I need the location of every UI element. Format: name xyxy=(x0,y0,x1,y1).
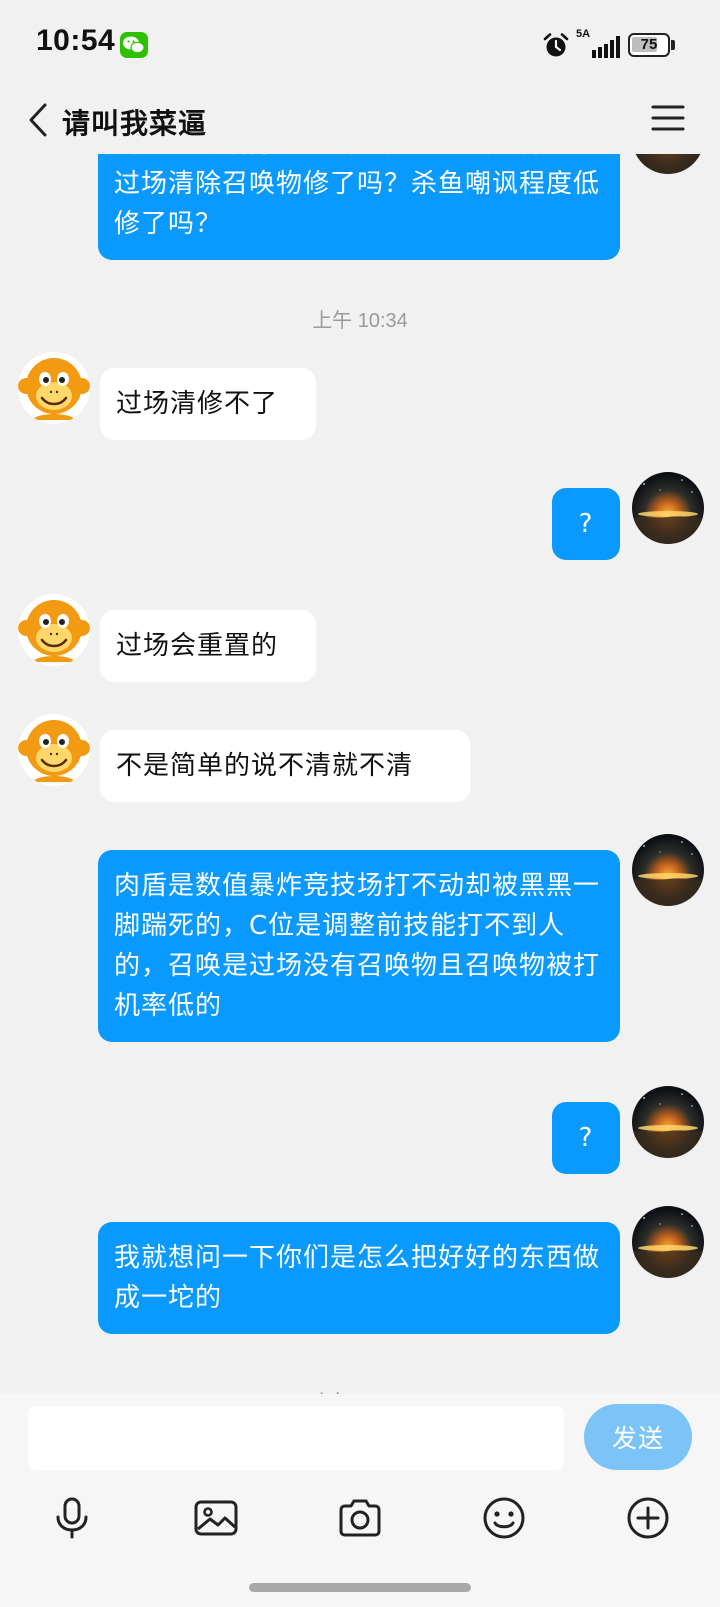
message-bubble-outgoing[interactable]: ? xyxy=(552,488,620,560)
image-icon[interactable] xyxy=(192,1494,240,1542)
message-text: 肉盾是数值暴炸竞技场打不动却被黑黑一脚踹死的，C位是调整前技能打不到人的，召唤是… xyxy=(114,871,601,1021)
alarm-icon xyxy=(542,32,570,60)
message-text: ? xyxy=(578,509,594,539)
signal-icon xyxy=(592,36,622,58)
status-time: 10:54 xyxy=(36,24,116,57)
message-bubble-incoming[interactable]: 过场清修不了 xyxy=(100,368,316,440)
contact-avatar[interactable] xyxy=(18,594,90,666)
my-avatar[interactable] xyxy=(632,1206,704,1278)
emoji-icon[interactable] xyxy=(480,1494,528,1542)
message-text: 过场清修不了 xyxy=(116,389,279,419)
camera-icon[interactable] xyxy=(336,1494,384,1542)
message-text: 过场会重置的 xyxy=(116,631,279,661)
wechat-icon xyxy=(120,32,148,58)
message-bubble-outgoing[interactable]: ? xyxy=(552,1102,620,1174)
message-bubble-incoming[interactable]: 不是简单的说不清就不清 xyxy=(100,730,470,802)
status-bar: 10:54 5A 75 xyxy=(0,0,720,92)
battery-icon: 75 xyxy=(628,33,670,57)
back-button[interactable] xyxy=(18,96,58,144)
timestamp: 上午 10:38 xyxy=(0,1386,720,1394)
message-input[interactable] xyxy=(28,1406,564,1470)
message-list[interactable]: 所以说泽塔除了攻击距离还加强了什么？过场清除召唤物修了吗？杀鱼嘲讽程度低修了吗？… xyxy=(0,154,720,1394)
timestamp: 上午 10:34 xyxy=(312,310,408,332)
my-avatar[interactable] xyxy=(632,154,704,174)
home-indicator[interactable] xyxy=(249,1583,471,1592)
my-avatar[interactable] xyxy=(632,1086,704,1158)
my-avatar[interactable] xyxy=(632,472,704,544)
message-text: 所以说泽塔除了攻击距离还加强了什么？过场清除召唤物修了吗？杀鱼嘲讽程度低修了吗？ xyxy=(114,154,601,239)
chat-header: 请叫我菜逼 xyxy=(0,92,720,154)
message-bubble-outgoing[interactable]: 所以说泽塔除了攻击距离还加强了什么？过场清除召唤物修了吗？杀鱼嘲讽程度低修了吗？ xyxy=(98,154,620,260)
input-bar: 发送 xyxy=(0,1394,720,1607)
message-bubble-outgoing[interactable]: 我就想问一下你们是怎么把好好的东西做成一坨的 xyxy=(98,1222,620,1334)
battery-tip xyxy=(671,40,675,50)
message-text: ? xyxy=(578,1123,594,1153)
menu-icon xyxy=(651,105,685,131)
contact-avatar[interactable] xyxy=(18,714,90,786)
network-label: 5A xyxy=(576,28,591,40)
battery-level: 75 xyxy=(640,36,658,53)
my-avatar[interactable] xyxy=(632,834,704,906)
message-bubble-outgoing[interactable]: 肉盾是数值暴炸竞技场打不动却被黑黑一脚踹死的，C位是调整前技能打不到人的，召唤是… xyxy=(98,850,620,1042)
plus-icon[interactable] xyxy=(624,1494,672,1542)
message-bubble-incoming[interactable]: 过场会重置的 xyxy=(100,610,316,682)
message-text: 我就想问一下你们是怎么把好好的东西做成一坨的 xyxy=(114,1243,601,1313)
send-button[interactable]: 发送 xyxy=(584,1404,692,1470)
contact-avatar[interactable] xyxy=(18,352,90,424)
chat-title: 请叫我菜逼 xyxy=(62,107,208,140)
message-text: 不是简单的说不清就不清 xyxy=(116,751,414,781)
chevron-left-icon xyxy=(29,103,47,137)
menu-button[interactable] xyxy=(650,100,686,136)
microphone-icon[interactable] xyxy=(48,1494,96,1542)
